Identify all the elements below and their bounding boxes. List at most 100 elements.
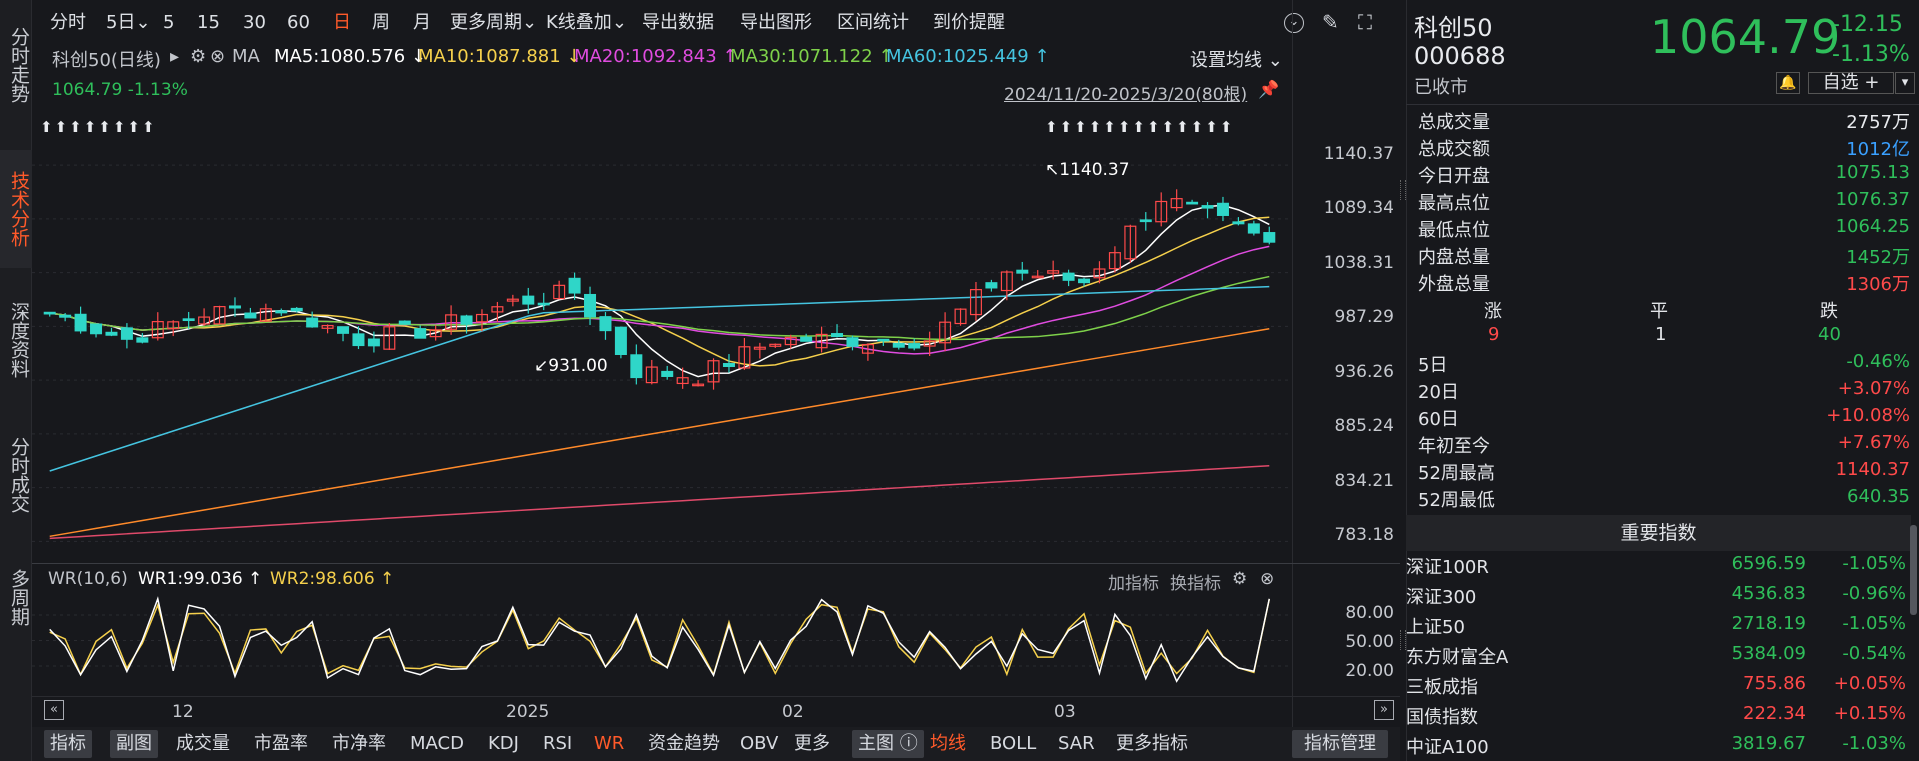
candle-body — [1186, 201, 1199, 205]
tab-profile[interactable]: 深度资料 — [0, 285, 32, 395]
price-alert-button[interactable]: 到价提醒 — [933, 8, 1005, 38]
tab-rsi[interactable]: RSI — [543, 730, 572, 758]
index-row[interactable]: 国债指数 222.34 +0.15% — [1406, 703, 1906, 733]
kline-overlay[interactable]: K线叠加⌄ — [546, 8, 627, 38]
index-name: 国债指数 — [1406, 707, 1478, 728]
tab-volume[interactable]: 成交量 — [176, 730, 230, 758]
period-more-label: 更多周期 — [450, 12, 522, 33]
chart-name: 科创50(日线) — [52, 50, 161, 71]
index-row[interactable]: 上证50 2718.19 -1.05% — [1406, 613, 1906, 643]
ma250-line — [49, 464, 1270, 540]
perf-value: +3.07% — [1837, 378, 1910, 399]
index-row[interactable]: 深证300 4536.83 -0.96% — [1406, 583, 1906, 613]
candle-body — [522, 295, 535, 305]
close-icon[interactable]: ⊗ — [1260, 569, 1274, 589]
export-data-button[interactable]: 导出数据 — [642, 8, 714, 38]
tab-boll[interactable]: BOLL — [990, 730, 1036, 758]
tab-indicator[interactable]: 指标 — [44, 730, 92, 758]
wr-tick: 20.00 — [1345, 661, 1394, 681]
ma60-arrow: ↑ — [1034, 46, 1050, 67]
indicator-manage-button[interactable]: 指标管理 — [1292, 730, 1388, 758]
stat-row: 最高点位 1076.37 — [1418, 189, 1910, 216]
ma-settings-button[interactable]: 设置均线 ⌄ — [1190, 46, 1283, 72]
tab-sar[interactable]: SAR — [1058, 730, 1095, 758]
wr1-line — [49, 596, 1271, 683]
index-row[interactable]: 中证A100 3819.67 -1.03% — [1406, 733, 1906, 761]
period-more[interactable]: 更多周期⌄ — [450, 8, 537, 38]
pin-icon[interactable]: 📌 — [1258, 80, 1279, 100]
tab-technical[interactable]: 技术分析 — [0, 150, 32, 268]
candle-body — [1078, 278, 1091, 284]
period-15min[interactable]: 15 — [197, 8, 220, 38]
index-price: 3819.67 — [1731, 733, 1806, 754]
stock-name: 科创50 — [1414, 14, 1493, 42]
tab-multiperiod[interactable]: 多周期 — [0, 555, 32, 640]
scroll-right-button[interactable]: » — [1374, 700, 1394, 720]
tab-fenshi[interactable]: 分时走势 — [0, 10, 32, 120]
range-stats-button[interactable]: 区间统计 — [837, 8, 909, 38]
candle-body — [985, 282, 998, 289]
candlestick-chart[interactable] — [32, 140, 1292, 560]
candle-body — [59, 314, 72, 318]
ma30-value: MA30:1071.122 ↑ — [730, 46, 894, 67]
candle-body — [120, 327, 133, 340]
scroll-left-button[interactable]: « — [44, 700, 64, 720]
tab-mainchart[interactable]: 主图 ⓘ — [852, 730, 924, 758]
period-fenshi[interactable]: 分时 — [50, 8, 86, 38]
index-change: -0.54% — [1842, 643, 1906, 664]
tab-more-indicators[interactable]: 更多指标 — [1116, 730, 1188, 758]
period-5day[interactable]: 5日⌄ — [106, 8, 151, 38]
candle-body — [275, 310, 288, 314]
perf-key: 60日 — [1418, 409, 1459, 430]
period-30min[interactable]: 30 — [243, 8, 266, 38]
y-tick: 987.29 — [1334, 307, 1394, 327]
ma5-text: MA5:1080.576 — [274, 46, 406, 67]
indices-scrollbar[interactable] — [1910, 525, 1917, 615]
tab-ma[interactable]: 均线 — [930, 730, 966, 758]
watchlist-dropdown[interactable]: ▾ — [1895, 72, 1915, 94]
index-row[interactable]: 深证100R 6596.59 -1.05% — [1406, 553, 1906, 583]
candle-body — [800, 336, 813, 342]
close-icon[interactable]: ⊗ — [210, 46, 225, 67]
wr-chart[interactable] — [32, 590, 1292, 690]
tab-kdj[interactable]: KDJ — [488, 730, 519, 758]
export-chart-button[interactable]: 导出图形 — [740, 8, 812, 38]
chevron-down-icon: ⌄ — [611, 12, 627, 33]
tab-macd[interactable]: MACD — [410, 730, 464, 758]
breadth-flat-value: 1 — [1655, 324, 1667, 345]
gear-icon[interactable]: ⚙ — [1232, 569, 1247, 589]
candle-body — [90, 323, 103, 335]
tab-subchart[interactable]: 副图 — [110, 730, 158, 758]
watchlist-button[interactable]: 自选 + — [1808, 72, 1894, 94]
index-row[interactable]: 三板成指 755.86 +0.05% — [1406, 673, 1906, 703]
ma20-value: MA20:1092.843 ↑ — [574, 46, 738, 67]
index-price: 2718.19 — [1731, 613, 1806, 634]
index-row[interactable]: 东方财富全A 5384.09 -0.54% — [1406, 643, 1906, 673]
bell-icon[interactable]: 🔔 — [1776, 72, 1800, 94]
tab-fund-trend[interactable]: 资金趋势 — [648, 730, 720, 758]
ma60-text: MA60:1025.449 — [886, 46, 1029, 67]
index-name: 三板成指 — [1406, 677, 1478, 698]
tab-mainchart-label: 主图 — [858, 733, 894, 754]
tab-wr[interactable]: WR — [594, 730, 624, 758]
tab-pe[interactable]: 市盈率 — [254, 730, 308, 758]
x-tick: 02 — [782, 702, 804, 722]
period-weekly[interactable]: 周 — [372, 8, 390, 38]
period-5min[interactable]: 5 — [163, 8, 174, 38]
period-daily[interactable]: 日 — [333, 8, 351, 38]
candle-body — [1263, 232, 1276, 243]
period-60min[interactable]: 60 — [287, 8, 310, 38]
gear-icon[interactable]: ⚙ — [190, 46, 206, 67]
tab-pb[interactable]: 市净率 — [332, 730, 386, 758]
tab-more[interactable]: 更多 — [794, 730, 830, 758]
tab-trades[interactable]: 分时成交 — [0, 420, 32, 530]
date-range[interactable]: 2024/11/20-2025/3/20(80根) — [1004, 80, 1247, 105]
wr1-text: WR1:99.036 — [138, 569, 243, 589]
tab-obv[interactable]: OBV — [740, 730, 778, 758]
y-tick: 885.24 — [1334, 416, 1394, 436]
candle-body — [414, 328, 427, 339]
period-5day-label: 5日 — [106, 12, 136, 33]
candle-body — [908, 343, 921, 349]
ma60-value: MA60:1025.449 ↑ — [886, 46, 1050, 67]
period-monthly[interactable]: 月 — [413, 8, 431, 38]
